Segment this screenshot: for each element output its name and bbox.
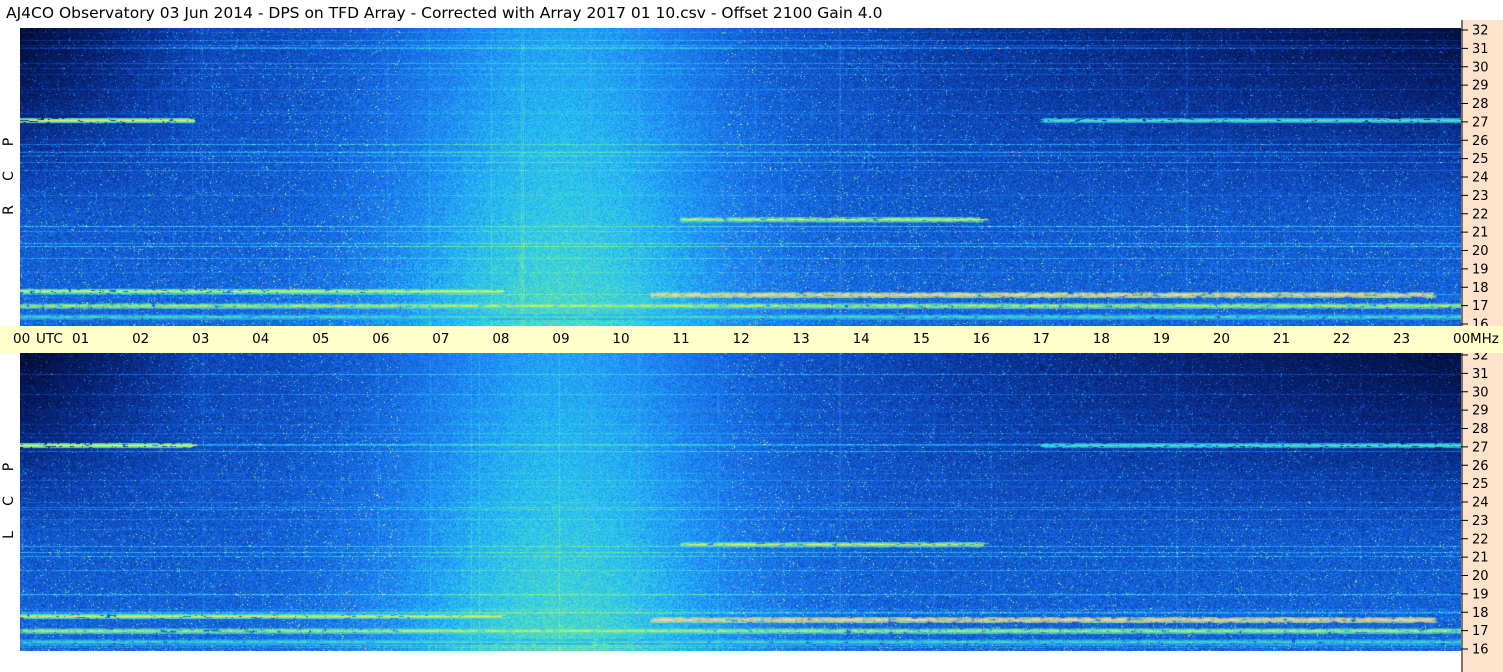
freq-tick-label: 18 — [1472, 281, 1489, 296]
lcp-spectrogram-panel — [20, 353, 1461, 651]
freq-tick-label: 16 — [1472, 318, 1489, 327]
time-tick-label: 05 — [312, 331, 330, 347]
utc-axis-label: UTC — [36, 331, 63, 347]
time-tick-label: 00 — [13, 331, 31, 347]
time-tick-label: 15 — [912, 331, 930, 347]
freq-tick-label: 24 — [1472, 496, 1489, 511]
freq-tick-label: 22 — [1472, 207, 1489, 222]
chart-title: AJ4CO Observatory 03 Jun 2014 - DPS on T… — [6, 4, 883, 22]
freq-tick-label: 29 — [1472, 404, 1489, 419]
time-tick-label: 23 — [1392, 331, 1411, 347]
lcp-spectrogram — [20, 353, 1461, 651]
freq-tick-label: 22 — [1472, 532, 1489, 547]
freq-tick-label: 17 — [1472, 299, 1489, 314]
freq-tick-label: 21 — [1472, 551, 1489, 566]
rcp-spectrogram — [20, 28, 1461, 326]
time-tick-label: 18 — [1092, 331, 1110, 347]
freq-tick-label: 31 — [1472, 367, 1489, 382]
freq-tick-label: 29 — [1472, 79, 1489, 94]
freq-tick-label: 32 — [1472, 24, 1489, 39]
time-tick-label: 16 — [972, 331, 990, 347]
freq-tick-label: 26 — [1472, 134, 1489, 149]
time-tick-label: 01 — [72, 331, 90, 347]
freq-tick-label: 19 — [1472, 262, 1489, 277]
freq-tick-label: 30 — [1472, 385, 1489, 400]
time-tick-label: 04 — [252, 331, 270, 347]
time-tick-label: 20 — [1212, 331, 1231, 347]
time-tick-label: 21 — [1272, 331, 1291, 347]
freq-tick-label: 23 — [1472, 189, 1489, 204]
rcp-letter-p: P — [1, 137, 17, 147]
time-tick-label: 11 — [672, 331, 690, 347]
freq-tick-label: 23 — [1472, 514, 1489, 529]
freq-tick-label: 28 — [1472, 422, 1489, 437]
time-tick-label: 07 — [432, 331, 450, 347]
time-tick-label: 19 — [1152, 331, 1170, 347]
time-tick-label: 09 — [552, 331, 570, 347]
lcp-frequency-ticks: 16 17 18 19 20 21 22 23 24 25 26 27 28 29 30 31 32 — [1461, 353, 1489, 672]
rcp-letter-r: R — [1, 205, 17, 215]
lcp-frequency-axis: 16 17 18 19 20 21 22 23 24 25 26 27 28 29 30 31 32 — [1461, 353, 1503, 672]
time-tick-label: 00 — [1453, 331, 1471, 347]
rcp-frequency-axis: 16 17 18 19 20 21 22 23 24 25 26 27 28 29 30 31 32 — [1461, 20, 1503, 326]
lcp-letter-l: L — [1, 531, 17, 539]
freq-tick-label: 30 — [1472, 60, 1489, 75]
time-tick-label: 12 — [732, 331, 750, 347]
freq-tick-label: 25 — [1472, 477, 1489, 492]
freq-tick-label: 28 — [1472, 97, 1489, 112]
freq-tick-label: 16 — [1472, 643, 1489, 658]
time-tick-label: 08 — [492, 331, 510, 347]
rcp-polarization-label: P C R — [0, 28, 18, 326]
time-tick-label: 14 — [852, 331, 870, 347]
lcp-letter-c: C — [1, 496, 17, 506]
time-tick-label: 17 — [1032, 331, 1050, 347]
time-tick-label: 22 — [1332, 331, 1351, 347]
freq-tick-label: 31 — [1472, 42, 1489, 57]
mhz-unit-label: MHz — [1470, 331, 1499, 347]
freq-tick-label: 17 — [1472, 624, 1489, 639]
lcp-polarization-label: P C L — [0, 353, 18, 651]
freq-tick-label: 32 — [1472, 353, 1489, 364]
time-axis: UTC MHz 00 01 02 03 04 05 06 07 08 09 10 11 12 13 14 15… — [0, 326, 1503, 353]
lcp-letter-p: P — [1, 462, 17, 472]
time-tick-label: 06 — [372, 331, 390, 347]
freq-tick-label: 25 — [1472, 152, 1489, 167]
freq-tick-label: 27 — [1472, 115, 1489, 130]
freq-tick-label: 18 — [1472, 606, 1489, 621]
freq-tick-label: 20 — [1472, 569, 1489, 584]
freq-tick-label: 19 — [1472, 587, 1489, 602]
time-tick-label: 10 — [612, 331, 630, 347]
time-tick-label: 13 — [792, 331, 810, 347]
rcp-spectrogram-panel — [20, 28, 1461, 326]
rcp-frequency-ticks: 16 17 18 19 20 21 22 23 24 25 26 27 28 29 30 31 32 — [1461, 20, 1489, 327]
freq-tick-label: 27 — [1472, 440, 1489, 455]
freq-tick-label: 24 — [1472, 171, 1489, 186]
freq-tick-label: 20 — [1472, 244, 1489, 259]
freq-tick-label: 26 — [1472, 459, 1489, 474]
time-tick-label: 03 — [192, 331, 210, 347]
time-tick-label: 02 — [132, 331, 150, 347]
rcp-letter-c: C — [1, 171, 17, 181]
freq-tick-label: 21 — [1472, 226, 1489, 241]
